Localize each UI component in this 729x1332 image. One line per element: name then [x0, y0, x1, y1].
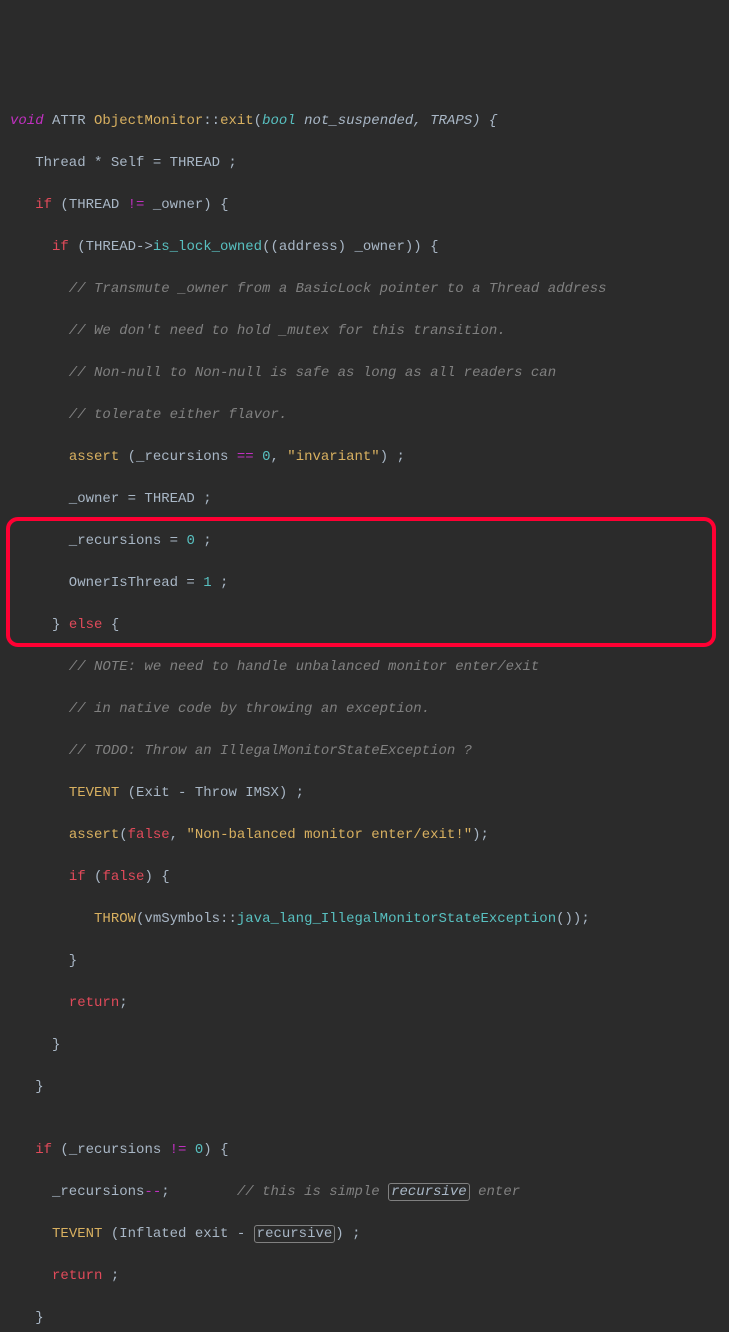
code-editor[interactable]: void ATTR ObjectMonitor::exit(bool not_s… [10, 90, 729, 1332]
code-line: // TODO: Throw an IllegalMonitorStateExc… [10, 741, 729, 762]
code-line: } [10, 951, 729, 972]
code-line: if (THREAD != _owner) { [10, 195, 729, 216]
code-line: // We don't need to hold _mutex for this… [10, 321, 729, 342]
code-line: return ; [10, 1266, 729, 1287]
code-line: return; [10, 993, 729, 1014]
code-line: assert (_recursions == 0, "invariant") ; [10, 447, 729, 468]
code-line: // Non-null to Non-null is safe as long … [10, 363, 729, 384]
code-line: if (false) { [10, 867, 729, 888]
code-line: _recursions--; // this is simple recursi… [10, 1182, 729, 1203]
search-highlight: recursive [388, 1183, 470, 1201]
code-line: if (_recursions != 0) { [10, 1140, 729, 1161]
code-line: void ATTR ObjectMonitor::exit(bool not_s… [10, 111, 729, 132]
code-line: } [10, 1035, 729, 1056]
code-line: assert(false, "Non-balanced monitor ente… [10, 825, 729, 846]
code-line: _owner = THREAD ; [10, 489, 729, 510]
code-line: // Transmute _owner from a BasicLock poi… [10, 279, 729, 300]
code-line: TEVENT (Inflated exit - recursive) ; [10, 1224, 729, 1245]
code-line: TEVENT (Exit - Throw IMSX) ; [10, 783, 729, 804]
code-line: _recursions = 0 ; [10, 531, 729, 552]
search-highlight: recursive [254, 1225, 336, 1243]
code-line: THROW(vmSymbols::java_lang_IllegalMonito… [10, 909, 729, 930]
code-line: // NOTE: we need to handle unbalanced mo… [10, 657, 729, 678]
code-line: } else { [10, 615, 729, 636]
code-line: } [10, 1308, 729, 1329]
code-line: Thread * Self = THREAD ; [10, 153, 729, 174]
code-line: OwnerIsThread = 1 ; [10, 573, 729, 594]
code-line: // tolerate either flavor. [10, 405, 729, 426]
code-line: // in native code by throwing an excepti… [10, 699, 729, 720]
code-line: if (THREAD->is_lock_owned((address) _own… [10, 237, 729, 258]
code-line: } [10, 1077, 729, 1098]
